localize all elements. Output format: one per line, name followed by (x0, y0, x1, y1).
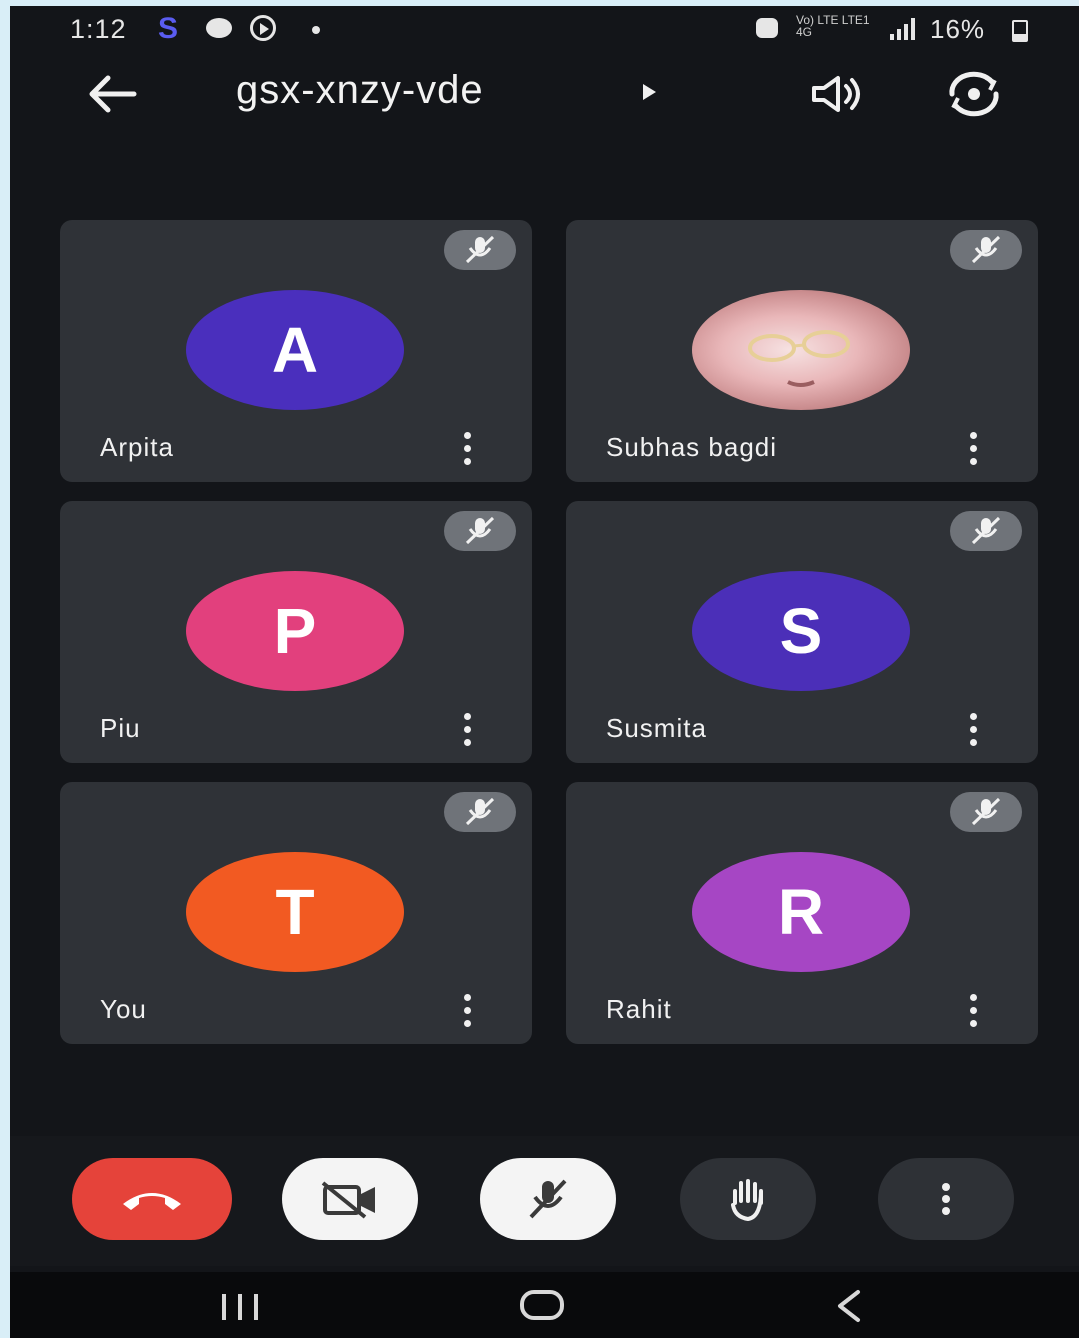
status-time: 1:12 (70, 14, 127, 44)
phone-screen: 1:12 S Vo) LTE LTE1 4G 16% gsx-xnzy-vde (10, 6, 1079, 1338)
mic-off-icon (444, 230, 516, 270)
avatar: R (692, 852, 910, 972)
back-nav-icon[interactable] (832, 1288, 866, 1324)
recent-apps-icon[interactable] (220, 1294, 264, 1322)
signal-icon (890, 18, 918, 40)
speaker-icon[interactable] (808, 72, 868, 116)
switch-camera-icon[interactable] (942, 68, 1006, 120)
participant-name: You (100, 994, 147, 1024)
system-nav-bar (10, 1272, 1079, 1338)
avatar: P (186, 571, 404, 691)
mic-off-icon (529, 1179, 567, 1219)
mic-off-icon (444, 792, 516, 832)
chat-notification-icon (206, 18, 232, 38)
app-notification-icon: S (158, 12, 179, 45)
participant-name: Piu (100, 713, 141, 743)
media-notification-icon (250, 15, 276, 41)
participant-name: Susmita (606, 713, 707, 743)
status-bar: 1:12 S Vo) LTE LTE1 4G 16% (10, 6, 1079, 56)
avatar: A (186, 290, 404, 410)
participant-name: Arpita (100, 432, 174, 462)
participant-tile-arpita[interactable]: A Arpita (60, 220, 532, 482)
more-vert-icon[interactable] (462, 994, 474, 1028)
more-vert-icon[interactable] (968, 713, 980, 747)
camera-toggle-button[interactable] (282, 1158, 418, 1240)
more-vert-icon[interactable] (968, 994, 980, 1028)
profile-photo-icon (748, 330, 850, 387)
participant-tile-subhas-bagdi[interactable]: Subhas bagdi (566, 220, 1038, 482)
avatar: T (186, 852, 404, 972)
expand-meeting-info-icon[interactable] (643, 84, 656, 100)
more-options-button[interactable] (878, 1158, 1014, 1240)
camera-off-icon (321, 1181, 375, 1219)
more-vert-icon[interactable] (968, 432, 980, 466)
mic-off-icon (444, 511, 516, 551)
participant-tile-you[interactable]: T You (60, 782, 532, 1044)
alarm-icon (756, 18, 778, 38)
battery-icon (1012, 20, 1028, 42)
meeting-code[interactable]: gsx-xnzy-vde (236, 68, 484, 113)
meeting-header: gsx-xnzy-vde (10, 62, 1079, 128)
more-vert-icon[interactable] (462, 432, 474, 466)
home-icon[interactable] (520, 1290, 564, 1320)
more-vert-icon (942, 1183, 950, 1215)
mic-off-icon (950, 792, 1022, 832)
mic-off-icon (950, 230, 1022, 270)
avatar: S (692, 571, 910, 691)
more-vert-icon[interactable] (462, 713, 474, 747)
raise-hand-button[interactable] (680, 1158, 816, 1240)
participant-name: Rahit (606, 994, 672, 1024)
call-controls (10, 1136, 1079, 1266)
participant-tile-piu[interactable]: P Piu (60, 501, 532, 763)
phone-hangup-icon (123, 1193, 181, 1210)
more-notifications-icon (312, 26, 320, 34)
end-call-button[interactable] (72, 1158, 232, 1240)
avatar-photo (692, 290, 910, 410)
participant-tile-susmita[interactable]: S Susmita (566, 501, 1038, 763)
participant-name: Subhas bagdi (606, 432, 778, 462)
participant-tile-rahit[interactable]: R Rahit (566, 782, 1038, 1044)
network-label: Vo) LTE LTE1 4G (796, 13, 870, 39)
back-arrow-icon[interactable] (86, 72, 138, 116)
hand-icon (731, 1179, 763, 1221)
battery-percent: 16% (930, 14, 986, 44)
mic-toggle-button[interactable] (480, 1158, 616, 1240)
mic-off-icon (950, 511, 1022, 551)
